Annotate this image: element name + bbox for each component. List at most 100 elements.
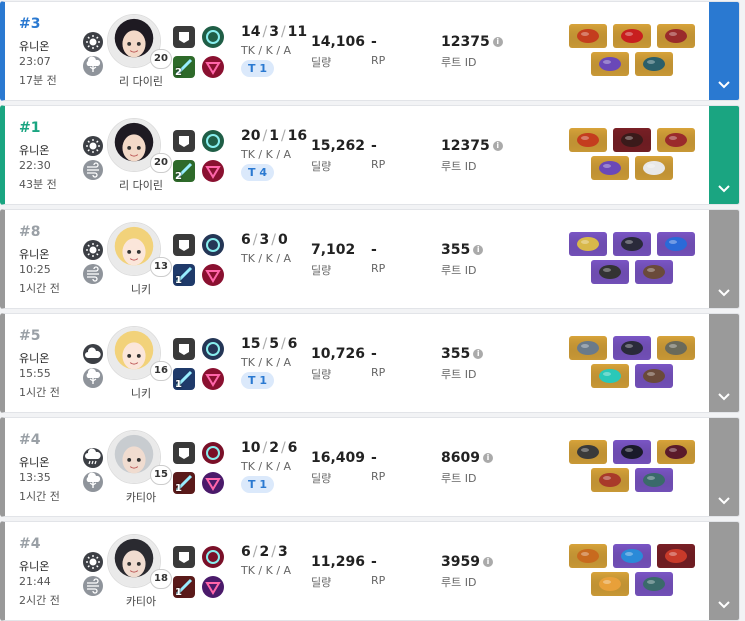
item-slot[interactable] xyxy=(635,364,673,388)
item-slot[interactable] xyxy=(613,544,651,568)
game-mode: 유니온 xyxy=(19,144,50,157)
item-slot[interactable] xyxy=(657,232,695,256)
character-name: 카티아 xyxy=(125,595,157,608)
skill-icon xyxy=(202,264,224,286)
item-slot[interactable] xyxy=(591,364,629,388)
wind-icon xyxy=(83,160,103,180)
character-level: 20 xyxy=(150,49,172,69)
item-slot[interactable] xyxy=(613,232,651,256)
route-id-label: 루트 ID xyxy=(441,576,477,589)
skill-icon: 1 xyxy=(173,264,195,286)
item-slot[interactable] xyxy=(613,128,651,152)
expand-button[interactable] xyxy=(709,418,739,516)
skill-icon xyxy=(173,26,195,48)
character-name: 리 다이린 xyxy=(119,179,163,192)
expand-button[interactable] xyxy=(709,314,739,412)
skill-icon: 1 xyxy=(173,368,195,390)
skill-icon xyxy=(173,234,195,256)
match-card[interactable]: #4 유니온 13:35 1시간 전 15 카티아 1 10 / 2 / 6 T… xyxy=(0,417,740,517)
info-icon[interactable]: i xyxy=(492,37,503,47)
match-card[interactable]: #3 유니온 23:07 17분 전 20 리 다이린 2 14 / 3 / 1… xyxy=(0,1,740,101)
skill-icon xyxy=(202,472,224,494)
info-icon[interactable]: i xyxy=(473,349,484,359)
tier-badge: T 4 xyxy=(241,164,274,181)
rp-label: RP xyxy=(371,574,386,587)
rp-value: - xyxy=(371,554,377,570)
item-slot[interactable] xyxy=(635,260,673,284)
item-slot[interactable] xyxy=(591,156,629,180)
time-ago: 17분 전 xyxy=(19,74,57,87)
item-slot[interactable] xyxy=(613,336,651,360)
game-duration: 21:44 xyxy=(19,575,51,588)
skill-icon xyxy=(202,130,224,152)
damage-label: 딜량 xyxy=(311,368,332,381)
expand-button[interactable] xyxy=(709,522,739,620)
route-id-value: 8609 i xyxy=(441,450,493,466)
wind-icon xyxy=(83,264,103,284)
character-level: 18 xyxy=(150,569,172,589)
skill-icon xyxy=(202,234,224,256)
item-slot[interactable] xyxy=(569,336,607,360)
sun-icon xyxy=(83,552,103,572)
route-id-label: 루트 ID xyxy=(441,264,477,277)
damage-value: 11,296 xyxy=(311,554,366,570)
kda-score: 6/2/3 xyxy=(241,544,288,560)
game-duration: 10:25 xyxy=(19,263,51,276)
game-mode: 유니온 xyxy=(19,248,50,261)
character-name: 카티아 xyxy=(125,491,157,504)
item-slot[interactable] xyxy=(635,52,673,76)
kda-label: TK / K / A xyxy=(241,460,292,473)
item-build xyxy=(565,128,705,188)
match-card[interactable]: #4 유니온 21:44 2시간 전 18 카티아 1 6 / 2 / 3 TK… xyxy=(0,521,740,621)
info-icon[interactable]: i xyxy=(482,557,493,567)
item-slot[interactable] xyxy=(657,128,695,152)
expand-button[interactable] xyxy=(709,210,739,308)
item-build xyxy=(565,336,705,396)
item-slot[interactable] xyxy=(657,544,695,568)
kda-score: 6/3/0 xyxy=(241,232,288,248)
item-slot[interactable] xyxy=(635,468,673,492)
item-slot[interactable] xyxy=(613,24,651,48)
rp-label: RP xyxy=(371,158,386,171)
item-slot[interactable] xyxy=(591,52,629,76)
match-rank: #4 xyxy=(19,536,41,552)
item-slot[interactable] xyxy=(569,232,607,256)
kda-score: 10/2/6 xyxy=(241,440,298,456)
item-slot[interactable] xyxy=(569,24,607,48)
item-slot[interactable] xyxy=(569,440,607,464)
item-slot[interactable] xyxy=(657,440,695,464)
character-name: 니키 xyxy=(130,283,152,296)
item-slot[interactable] xyxy=(635,156,673,180)
chevron-down-icon xyxy=(718,393,730,401)
chevron-down-icon xyxy=(718,601,730,609)
item-slot[interactable] xyxy=(635,572,673,596)
match-card[interactable]: #8 유니온 10:25 1시간 전 13 니키 1 6 / 3 / 0 TK … xyxy=(0,209,740,309)
item-build xyxy=(565,440,705,500)
match-card[interactable]: #5 유니온 15:55 1시간 전 16 니키 1 15 / 5 / 6 TK… xyxy=(0,313,740,413)
kda-label: TK / K / A xyxy=(241,356,292,369)
game-mode: 유니온 xyxy=(19,560,50,573)
item-slot[interactable] xyxy=(613,440,651,464)
rp-label: RP xyxy=(371,262,386,275)
item-slot[interactable] xyxy=(569,544,607,568)
info-icon[interactable]: i xyxy=(492,141,503,151)
route-id-label: 루트 ID xyxy=(441,368,477,381)
match-card[interactable]: #1 유니온 22:30 43분 전 20 리 다이린 2 20 / 1 / 1… xyxy=(0,105,740,205)
item-slot[interactable] xyxy=(591,468,629,492)
match-rank: #8 xyxy=(19,224,41,240)
skill-icon xyxy=(202,442,224,464)
skill-icon: 1 xyxy=(173,472,195,494)
item-slot[interactable] xyxy=(569,128,607,152)
info-icon[interactable]: i xyxy=(473,245,484,255)
damage-label: 딜량 xyxy=(311,160,332,173)
expand-button[interactable] xyxy=(709,2,739,100)
item-slot[interactable] xyxy=(591,572,629,596)
item-slot[interactable] xyxy=(591,260,629,284)
time-ago: 1시간 전 xyxy=(19,282,60,295)
kda-label: TK / K / A xyxy=(241,148,292,161)
route-id-value: 12375 i xyxy=(441,138,503,154)
info-icon[interactable]: i xyxy=(482,453,493,463)
item-slot[interactable] xyxy=(657,24,695,48)
item-slot[interactable] xyxy=(657,336,695,360)
expand-button[interactable] xyxy=(709,106,739,204)
